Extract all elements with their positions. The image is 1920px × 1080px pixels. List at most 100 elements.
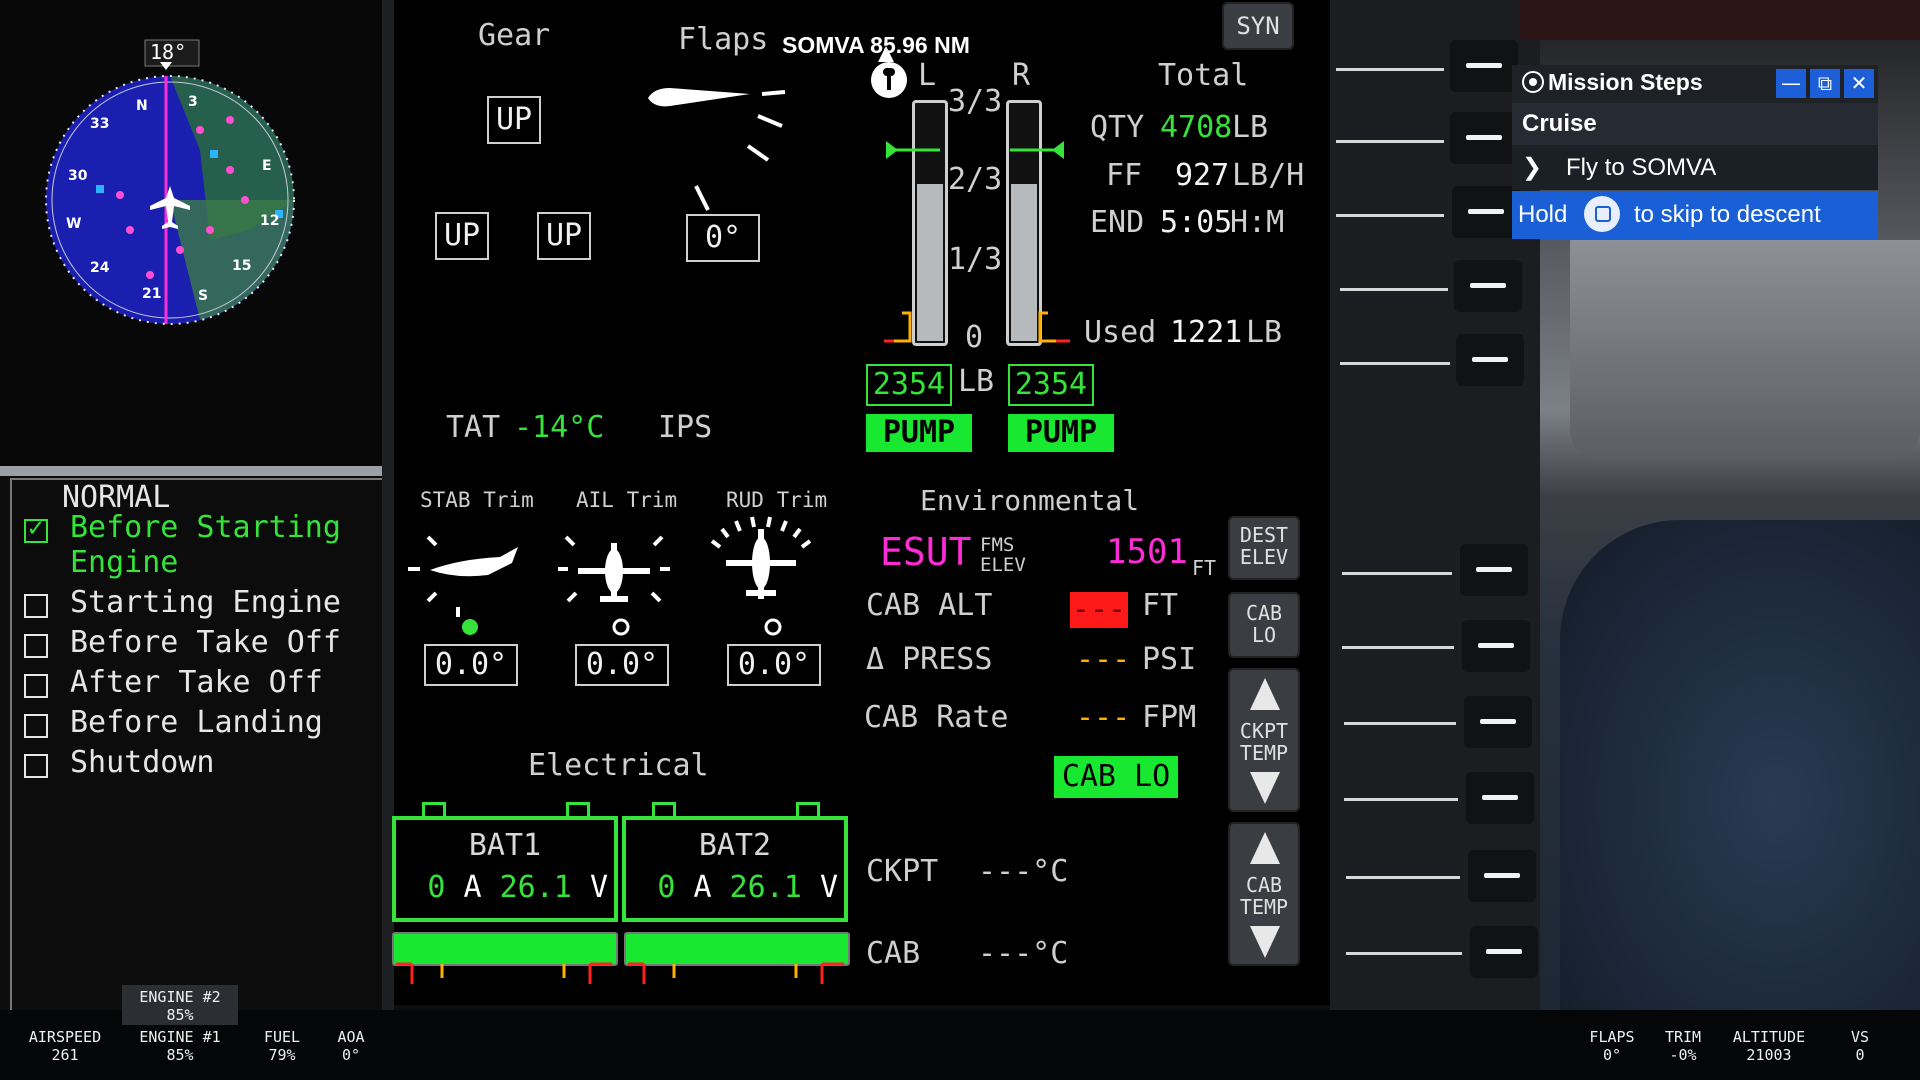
waypoint-marker-icon xyxy=(871,62,907,98)
cockpit-background xyxy=(1570,240,1920,460)
compass-n: N xyxy=(136,98,148,114)
checklist-item[interactable]: Starting Engine xyxy=(24,585,341,620)
dest-elev-softkey[interactable]: DEST ELEV xyxy=(1228,516,1300,580)
dest-airport: ESUT xyxy=(880,530,972,574)
cab-temp-softkey[interactable]: CAB TEMP xyxy=(1228,822,1300,966)
svg-text:S: S xyxy=(198,288,208,304)
bezel-softkey-6[interactable] xyxy=(1460,544,1528,596)
bat2-label: BAT2 xyxy=(698,828,772,863)
checklist-item[interactable]: Before Landing xyxy=(24,705,323,740)
bat1-volt-unit: V xyxy=(589,870,608,905)
ckpt-temp-softkey[interactable]: CKPT TEMP xyxy=(1228,668,1300,812)
telemetry-engine1: ENGINE #1 85% xyxy=(126,1028,234,1064)
fuel-level-markers-icon xyxy=(886,141,1064,159)
fuel-pump-right-button[interactable]: PUMP xyxy=(1008,414,1114,452)
cab-lo-softkey[interactable]: CAB LO xyxy=(1228,592,1300,658)
panel-divider xyxy=(0,466,382,476)
checklist-item-label: Before Starting xyxy=(70,510,341,545)
flaps-position-icon xyxy=(648,88,786,211)
telemetry-fuel: FUEL 79% xyxy=(250,1028,314,1064)
controller-button-icon[interactable] xyxy=(1584,196,1620,232)
bezel-key-line xyxy=(1342,646,1454,649)
checklist-item[interactable]: After Take Off xyxy=(24,665,323,700)
fuel-qty-unit: LB xyxy=(958,364,995,399)
fuel-pump-left-button[interactable]: PUMP xyxy=(866,414,972,452)
compass-rose: N 3 E 12 15 S 21 24 W 30 33 xyxy=(45,39,295,325)
checklist-panel: NORMAL ✓ Before Starting Engine Starting… xyxy=(10,478,382,1010)
checkbox-checked-icon[interactable]: ✓ xyxy=(24,513,48,543)
checkbox-icon[interactable] xyxy=(24,754,48,778)
bat2-volts: 26.1 xyxy=(729,870,802,905)
mission-steps-header[interactable]: Mission Steps — ⧉ ✕ xyxy=(1512,65,1878,103)
ckpt-temp-label: CKPT xyxy=(866,854,939,889)
cab-temp-softkey-label: CAB TEMP xyxy=(1239,873,1289,919)
arrow-up-icon[interactable] xyxy=(1250,832,1280,864)
bat2-volt-unit: V xyxy=(819,870,838,905)
checklist-item-label-line2: Engine xyxy=(70,545,179,580)
svg-text:E: E xyxy=(262,158,272,174)
telemetry-value: 261 xyxy=(51,1046,79,1064)
bat2-charge-bar xyxy=(624,932,850,966)
fuel-low-brackets-icon xyxy=(884,311,1070,343)
bezel-softkey-9[interactable] xyxy=(1466,772,1534,824)
checkbox-icon[interactable] xyxy=(24,594,48,618)
checkbox-icon[interactable] xyxy=(24,714,48,738)
close-icon[interactable]: ✕ xyxy=(1844,69,1874,98)
cab-alt-unit: FT xyxy=(1142,588,1179,623)
bezel-key-line xyxy=(1336,214,1444,217)
ail-trim-value: 0.0° xyxy=(575,644,669,686)
svg-text:21: 21 xyxy=(142,286,161,302)
bezel-softkey-7[interactable] xyxy=(1462,620,1530,672)
bezel-softkey-8[interactable] xyxy=(1464,696,1532,748)
mission-step-item[interactable]: ❯ Fly to SOMVA xyxy=(1512,145,1878,190)
checklist-item-label: After Take Off xyxy=(70,665,323,700)
popout-icon[interactable]: ⧉ xyxy=(1810,69,1840,98)
environmental-title: Environmental xyxy=(920,484,1140,517)
cab-temp-value: ---°C xyxy=(978,936,1069,971)
minimize-icon[interactable]: — xyxy=(1776,69,1806,98)
bezel-key-line xyxy=(1346,952,1462,955)
dest-elevation-unit: FT xyxy=(1192,556,1217,580)
checklist-item[interactable]: ✓ Before Starting Engine xyxy=(24,510,341,580)
fuel-right-qty: 2354 xyxy=(1008,364,1094,406)
svg-text:15: 15 xyxy=(232,258,251,274)
bezel-softkey-4[interactable] xyxy=(1454,260,1522,312)
fuel-scale-one-third: 1/3 xyxy=(948,242,1003,277)
bezel-softkey-1[interactable] xyxy=(1450,40,1518,92)
bezel-key-line xyxy=(1336,68,1444,71)
bezel-key-line xyxy=(1336,140,1444,143)
dest-elevation-value: 1501 xyxy=(1106,532,1188,572)
bat1-amp-unit: A xyxy=(463,870,482,905)
rud-trim-value: 0.0° xyxy=(727,644,821,686)
fuel-qty-label: QTY xyxy=(1090,110,1145,145)
bezel-softkey-10[interactable] xyxy=(1468,850,1536,902)
checklist-item-label: Shutdown xyxy=(70,745,215,780)
checkbox-icon[interactable] xyxy=(24,674,48,698)
bezel-softkey-5[interactable] xyxy=(1456,334,1524,386)
syn-button[interactable]: SYN xyxy=(1222,2,1294,50)
fuel-used-label: Used xyxy=(1084,315,1157,350)
bezel-softkey-3[interactable] xyxy=(1452,186,1520,238)
telemetry-trim: TRIM -0% xyxy=(1656,1028,1710,1064)
arrow-down-icon[interactable] xyxy=(1250,926,1280,958)
bezel-softkey-2[interactable] xyxy=(1450,112,1518,164)
checklist-item[interactable]: Shutdown xyxy=(24,745,215,780)
cab-alt-value: --- xyxy=(1070,592,1128,628)
fuel-endurance-unit: H:M xyxy=(1230,205,1285,240)
stab-trim-value: 0.0° xyxy=(424,644,518,686)
bezel-key-line xyxy=(1344,798,1458,801)
bat1-panel: BAT1 0 A 26.1 V xyxy=(392,816,618,922)
bezel-softkey-11[interactable] xyxy=(1470,926,1538,978)
checkbox-icon[interactable] xyxy=(24,634,48,658)
rud-trim-label: RUD Trim xyxy=(726,488,828,512)
checklist-item[interactable]: Before Take Off xyxy=(24,625,341,660)
arrow-up-icon[interactable] xyxy=(1250,678,1280,710)
telemetry-label: ENGINE #2 xyxy=(139,988,221,1006)
fuel-used-value: 1221 xyxy=(1170,315,1243,350)
skip-to-descent-prompt[interactable]: Hold to skip to descent xyxy=(1512,191,1878,239)
arrow-down-icon[interactable] xyxy=(1250,772,1280,804)
checklist-item-label: Before Landing xyxy=(70,705,323,740)
fuel-scale-full: 3/3 xyxy=(948,84,1003,119)
gear-right-indicator: UP xyxy=(537,212,591,260)
electrical-title: Electrical xyxy=(528,748,709,783)
